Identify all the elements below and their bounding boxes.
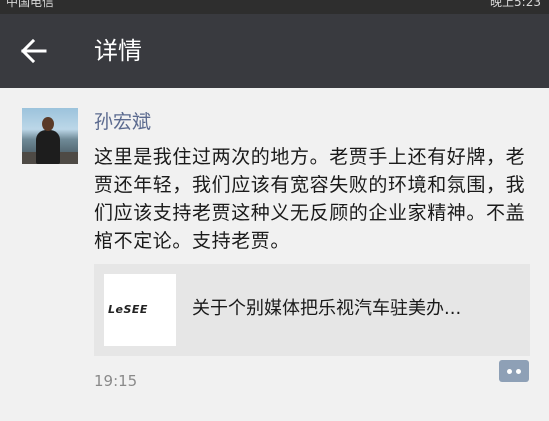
post-text: 这里是我住过两次的地方。老贾手上还有好牌，老贾还年轻，我们应该有宽容失败的环境和… (94, 146, 526, 252)
comment-button[interactable] (499, 360, 529, 382)
back-arrow-icon (20, 38, 47, 64)
post-detail: 孙宏斌 这里是我住过两次的地方。老贾手上还有好牌，老贾还年轻，我们应该有宽容失败… (0, 88, 549, 421)
status-bar: 中国电信 晚上5:23 (0, 0, 549, 14)
back-button[interactable] (14, 31, 58, 71)
carrier-label: 中国电信 (6, 0, 55, 9)
lesee-logo: LeSEE (108, 303, 148, 316)
clock-label: 晚上5:23 (490, 0, 541, 9)
shared-link-card[interactable]: LeSEE 关于个别媒体把乐视汽车驻美办... (94, 264, 530, 356)
page-title: 详情 (94, 37, 142, 65)
link-title: 关于个别媒体把乐视汽车驻美办... (192, 298, 462, 319)
link-thumbnail: LeSEE (104, 274, 176, 346)
app-bar: 详情 (0, 14, 549, 88)
post-time: 19:15 (94, 372, 138, 390)
comment-icon (507, 369, 512, 374)
author-name[interactable]: 孙宏斌 (94, 110, 151, 134)
avatar[interactable] (22, 108, 78, 164)
